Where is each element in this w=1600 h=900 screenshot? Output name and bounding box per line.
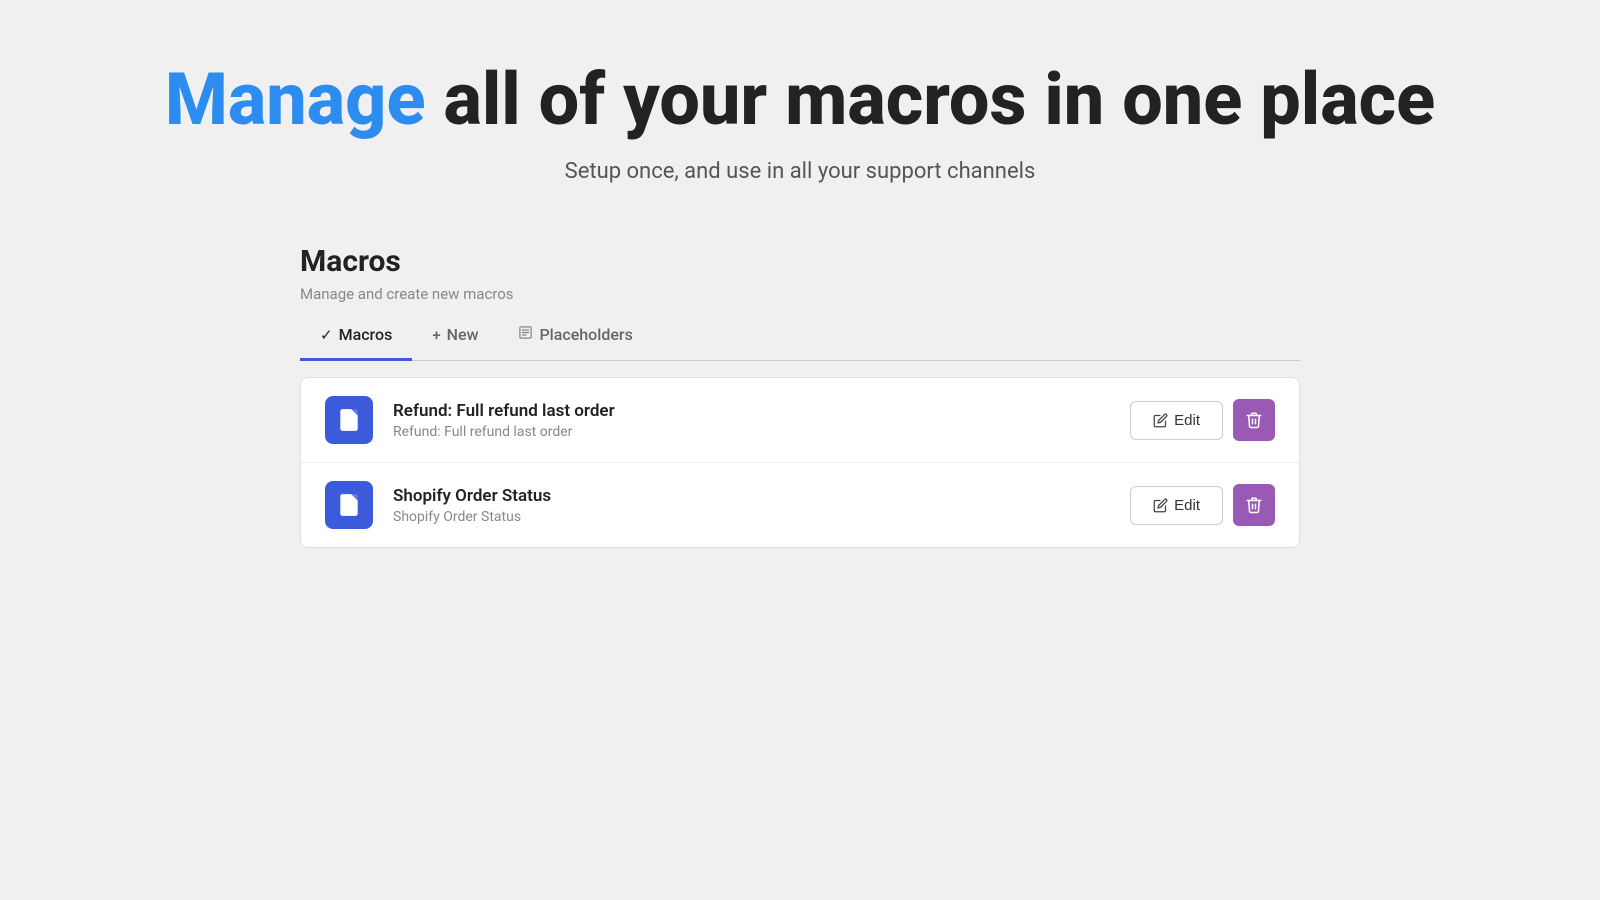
delete-button-1[interactable] — [1233, 399, 1275, 441]
page-container: Manage all of your macros in one place S… — [0, 0, 1600, 900]
hero-title-rest: all of your macros in one place — [426, 57, 1436, 142]
tabs-bar: ✓ Macros + New Placeholders — [300, 311, 1300, 361]
tab-placeholders[interactable]: Placeholders — [498, 311, 652, 361]
macro-actions-1: Edit — [1130, 399, 1275, 441]
macro-name-1: Refund: Full refund last order — [393, 401, 1110, 421]
table-row: Refund: Full refund last order Refund: F… — [301, 378, 1299, 463]
hero-title: Manage all of your macros in one place — [165, 60, 1435, 139]
macro-desc-1: Refund: Full refund last order — [393, 424, 1110, 440]
edit-label-1: Edit — [1174, 412, 1200, 429]
tab-macros[interactable]: ✓ Macros — [300, 311, 412, 361]
edit-icon-2 — [1153, 498, 1168, 513]
check-icon: ✓ — [320, 326, 333, 344]
document-lines-icon-2 — [336, 492, 362, 518]
macro-desc-2: Shopify Order Status — [393, 509, 1110, 525]
edit-icon-1 — [1153, 413, 1168, 428]
macro-info-2: Shopify Order Status Shopify Order Statu… — [393, 486, 1110, 525]
hero-title-highlight: Manage — [165, 57, 426, 142]
tab-new[interactable]: + New — [412, 311, 498, 361]
table-row: Shopify Order Status Shopify Order Statu… — [301, 463, 1299, 547]
tab-placeholders-label: Placeholders — [539, 325, 632, 344]
macros-section-subtitle: Manage and create new macros — [300, 285, 1300, 303]
macro-icon-box-1 — [325, 396, 373, 444]
tab-macros-label: Macros — [339, 325, 393, 344]
delete-button-2[interactable] — [1233, 484, 1275, 526]
plus-icon: + — [432, 326, 440, 344]
edit-button-2[interactable]: Edit — [1130, 486, 1223, 525]
macros-title: Macros — [300, 244, 1300, 279]
macro-icon-box-2 — [325, 481, 373, 529]
macro-name-2: Shopify Order Status — [393, 486, 1110, 506]
edit-label-2: Edit — [1174, 497, 1200, 514]
macro-info-1: Refund: Full refund last order Refund: F… — [393, 401, 1110, 440]
trash-icon-2 — [1245, 496, 1263, 514]
document-icon — [518, 325, 533, 344]
hero-section: Manage all of your macros in one place S… — [165, 60, 1435, 184]
tab-new-label: New — [447, 325, 479, 344]
macros-panel: Macros Manage and create new macros ✓ Ma… — [300, 244, 1300, 548]
document-lines-icon-1 — [336, 407, 362, 433]
edit-button-1[interactable]: Edit — [1130, 401, 1223, 440]
macros-header: Macros Manage and create new macros — [300, 244, 1300, 303]
trash-icon-1 — [1245, 411, 1263, 429]
hero-subtitle: Setup once, and use in all your support … — [165, 159, 1435, 184]
macro-actions-2: Edit — [1130, 484, 1275, 526]
macros-list: Refund: Full refund last order Refund: F… — [300, 377, 1300, 548]
